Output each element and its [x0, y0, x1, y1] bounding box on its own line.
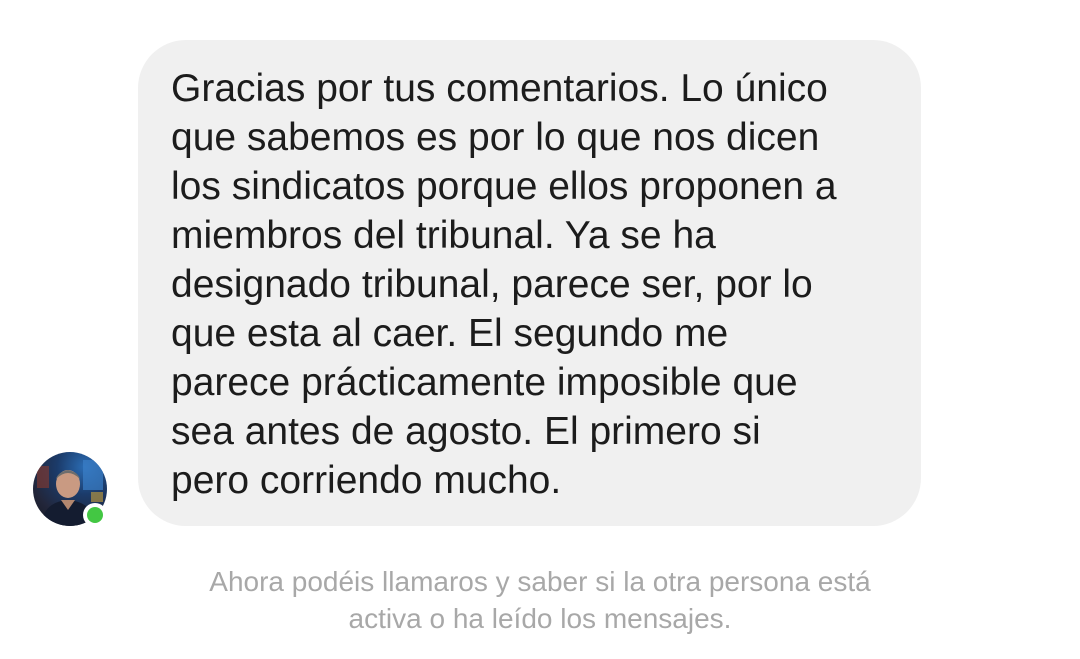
message-bubble[interactable]: Gracias por tus comentarios. Lo único qu…: [138, 40, 921, 526]
online-indicator: [87, 507, 103, 523]
chat-area: Gracias por tus comentarios. Lo único qu…: [0, 0, 1080, 659]
presence-notice: Ahora podéis llamaros y saber si la otra…: [209, 566, 871, 634]
online-status-icon: [83, 503, 107, 527]
message-text: Gracias por tus comentarios. Lo único qu…: [171, 67, 837, 502]
